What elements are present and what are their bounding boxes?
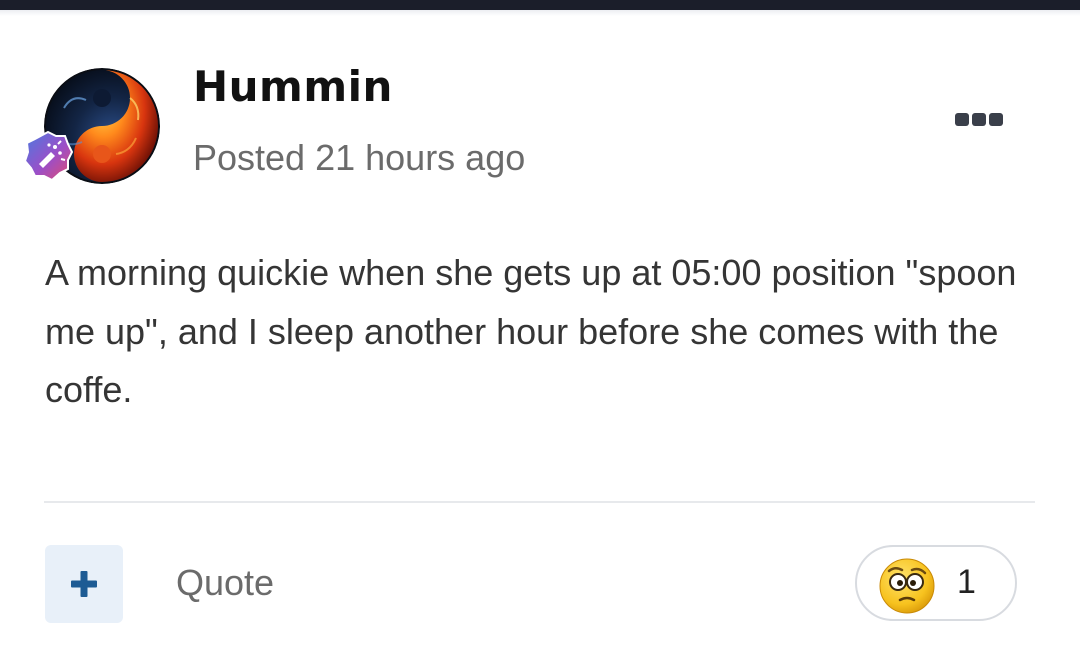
- reaction-count: 1: [957, 563, 976, 601]
- confused-face-icon: [879, 558, 935, 614]
- reaction-count-button[interactable]: 1: [855, 545, 1017, 621]
- divider: [44, 501, 1035, 503]
- react-plus-button[interactable]: [45, 545, 123, 623]
- author-name[interactable]: Hummin: [193, 62, 393, 111]
- top-bar-shadow: [0, 10, 1080, 16]
- quote-button[interactable]: Quote: [176, 562, 274, 604]
- post-body: A morning quickie when she gets up at 05…: [45, 252, 1017, 410]
- post-timestamp: Posted 21 hours ago: [193, 137, 526, 178]
- more-dot: [972, 113, 986, 126]
- more-dot: [955, 113, 969, 126]
- more-dot: [989, 113, 1003, 126]
- more-options-icon[interactable]: [955, 113, 1003, 127]
- top-bar: [0, 0, 1080, 10]
- plus-icon: [71, 571, 97, 597]
- rank-badge-icon: [22, 130, 74, 182]
